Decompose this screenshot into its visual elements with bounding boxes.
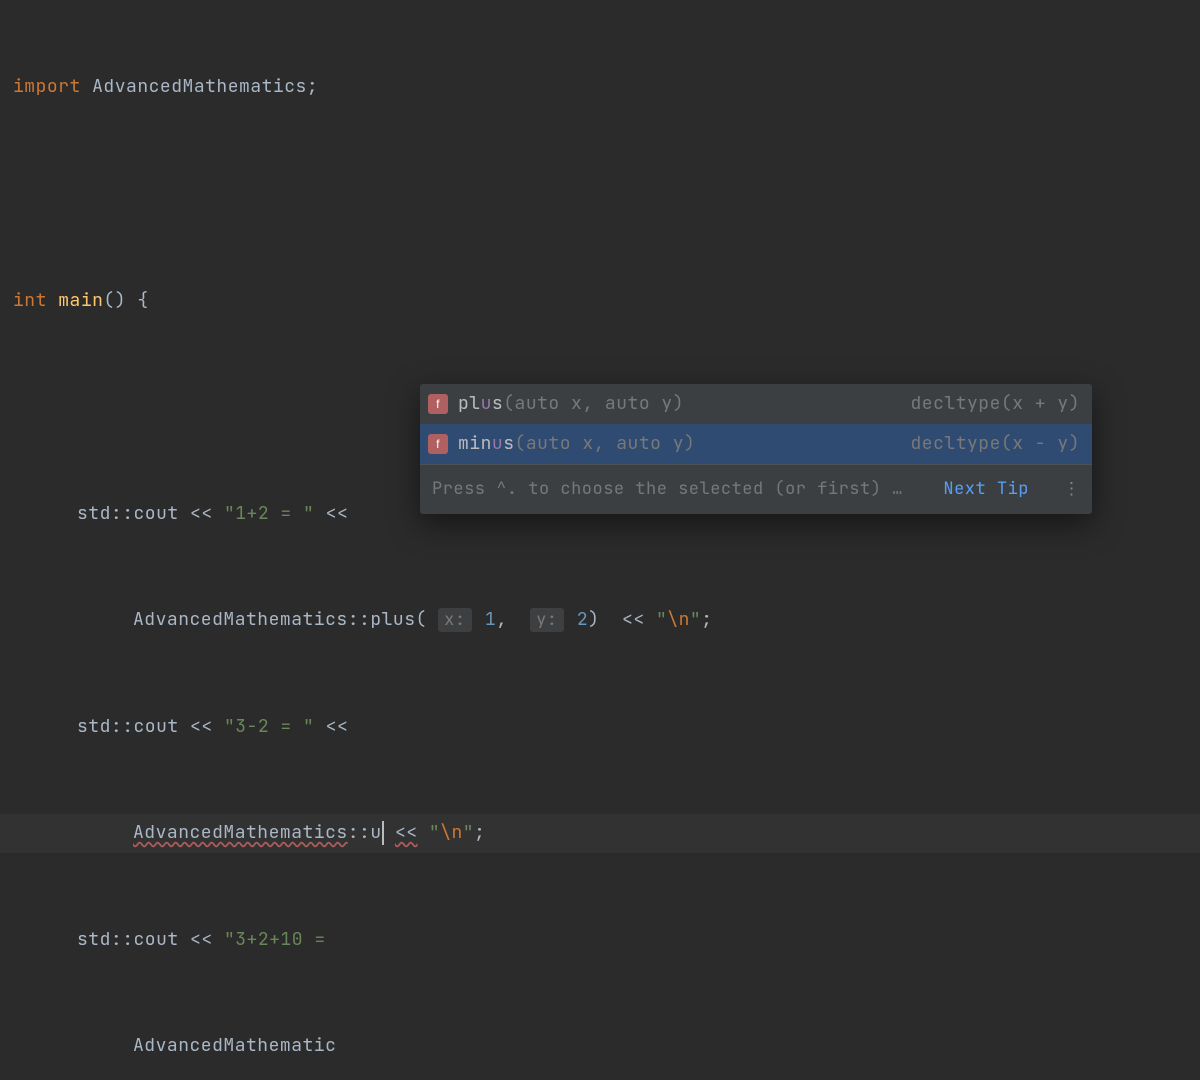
op-ltlt-error: << (395, 821, 418, 844)
footer-hint: Press ^. to choose the selected (or firs… (432, 473, 935, 505)
completion-item[interactable]: f plus(auto x, auto y) decltype(x + y) (420, 384, 1092, 424)
arg-1: 1 (485, 608, 496, 631)
completion-text: pl (458, 392, 481, 415)
completion-popup[interactable]: f plus(auto x, auto y) decltype(x + y) f… (420, 384, 1092, 514)
op-ltlt: << (326, 715, 349, 738)
code-line[interactable]: AdvancedMathematic (0, 1027, 1200, 1065)
string-literal: "3+2+10 = (224, 928, 326, 951)
op-ltlt: << (190, 502, 213, 525)
lparen: ( (416, 608, 427, 631)
rparen: ) (588, 608, 599, 631)
match-highlight: u (492, 432, 503, 455)
completion-return-type: decltype(x - y) (911, 427, 1081, 461)
function-main: main (58, 289, 103, 312)
class-ref-truncated: AdvancedMathematic (133, 1034, 336, 1057)
param-hint-x: x: (438, 608, 471, 632)
string-quote: " (656, 608, 667, 631)
code-line-active[interactable]: AdvancedMathematics::u << "\n"; (0, 814, 1200, 852)
completion-signature: (auto x, auto y) (503, 392, 684, 415)
method-plus: plus (370, 608, 415, 631)
op-ltlt: << (622, 608, 645, 631)
module-name: AdvancedMathematics (92, 75, 307, 98)
keyword-int: int (13, 289, 47, 312)
code-line[interactable]: std::cout << "3-2 = " << (0, 708, 1200, 746)
string-literal: "1+2 = " (224, 502, 314, 525)
string-quote: " (690, 608, 701, 631)
parens: () (103, 289, 126, 312)
string-quote: " (463, 821, 474, 844)
class-ref-error: AdvancedMathematics (133, 821, 348, 844)
keyword-import: import (13, 75, 81, 98)
code-line[interactable]: int main() { (0, 282, 1200, 320)
completion-text: s (503, 432, 514, 455)
kebab-icon[interactable]: ⋮ (1063, 473, 1080, 505)
comma: , (496, 608, 507, 631)
code-line[interactable]: import AdvancedMathematics; (0, 68, 1200, 106)
param-hint-y: y: (530, 608, 563, 632)
string-literal: "3-2 = " (224, 715, 314, 738)
class-ref: AdvancedMathematics (133, 608, 348, 631)
completion-item-selected[interactable]: f minus(auto x, auto y) decltype(x - y) (420, 424, 1092, 464)
caret (382, 821, 384, 845)
lbrace: { (137, 289, 148, 312)
semicolon: ; (307, 75, 318, 98)
std-cout: std::cout (77, 928, 179, 951)
completion-return-type: decltype(x + y) (911, 387, 1081, 421)
std-cout: std::cout (77, 715, 179, 738)
op-ltlt: << (326, 502, 349, 525)
scope-op: :: (348, 608, 371, 631)
completion-text: min (458, 432, 492, 455)
typed-char: u (370, 821, 381, 844)
code-line[interactable]: std::cout << "3+2+10 = (0, 921, 1200, 959)
std-cout: std::cout (77, 502, 179, 525)
function-icon: f (428, 434, 448, 454)
next-tip-link[interactable]: Next Tip (943, 473, 1029, 505)
code-editor[interactable]: import AdvancedMathematics; int main() {… (0, 0, 1200, 1080)
code-line[interactable]: AdvancedMathematics::plus( x: 1, y: 2) <… (0, 601, 1200, 639)
arg-2: 2 (577, 608, 588, 631)
string-quote: " (429, 821, 440, 844)
scope-op: :: (348, 821, 371, 844)
function-icon: f (428, 394, 448, 414)
completion-footer: Press ^. to choose the selected (or firs… (420, 464, 1092, 513)
code-line-blank[interactable] (0, 175, 1200, 213)
semicolon: ; (701, 608, 712, 631)
op-ltlt: << (190, 928, 213, 951)
semicolon: ; (474, 821, 485, 844)
escape-newline: \n (667, 608, 690, 631)
completion-signature: (auto x, auto y) (515, 432, 696, 455)
completion-text: s (492, 392, 503, 415)
escape-newline: \n (440, 821, 463, 844)
match-highlight: u (481, 392, 492, 415)
op-ltlt: << (190, 715, 213, 738)
